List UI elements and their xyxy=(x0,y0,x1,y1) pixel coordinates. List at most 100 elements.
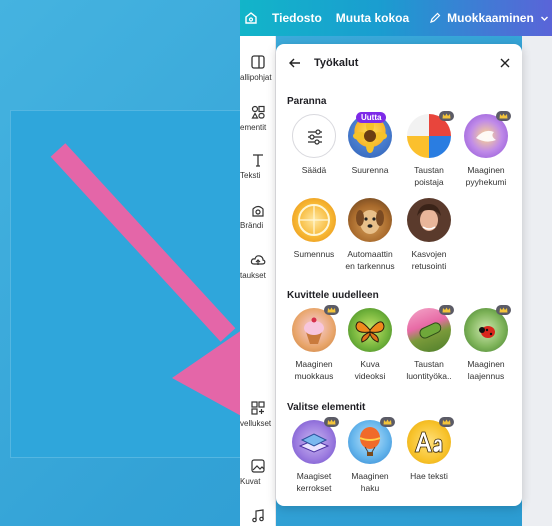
tool-label-line2: haku xyxy=(360,483,380,493)
sidebar-item-templates[interactable]: allipohjat xyxy=(240,54,276,82)
tool-auto-focus[interactable]: Automaattin en tarkennus xyxy=(340,198,400,272)
tool-label: Automaattin en tarkennus xyxy=(340,248,400,272)
tool-label: Säädä xyxy=(284,164,344,176)
tool-magic-edit[interactable]: Maaginen muokkaus xyxy=(284,305,344,382)
tool-thumbnail xyxy=(292,417,339,464)
resize-button[interactable]: Muuta kokoa xyxy=(336,11,409,25)
butterfly-icon xyxy=(355,321,385,343)
pencil-icon xyxy=(430,12,441,23)
sidebar-item-label: Teksti xyxy=(240,171,261,180)
tool-label: Sumennus xyxy=(284,248,344,260)
elements-icon xyxy=(251,105,265,119)
design-canvas[interactable] xyxy=(10,110,242,458)
sidebar-item-apps[interactable]: vellukset xyxy=(240,400,276,428)
tool-label-line1: Säädä xyxy=(301,165,327,175)
chevron-down-icon xyxy=(540,16,548,21)
tool-label: Hae teksti xyxy=(399,470,459,482)
tool-label-line1: Maaginen xyxy=(351,471,389,481)
tool-label-line1: Taustan xyxy=(414,359,444,369)
tool-thumbnail: Uutta xyxy=(348,112,392,158)
sidebar-item-brand[interactable]: Brändi xyxy=(240,202,276,230)
top-toolbar: Tiedosto Muuta kokoa Muokkaaminen xyxy=(240,0,552,36)
tool-magic-eraser[interactable]: Maaginen pyyhekumi xyxy=(456,111,516,188)
tool-thumbnail xyxy=(464,305,511,352)
tool-thumbnail xyxy=(464,111,511,158)
sidebar-item-text[interactable]: Teksti xyxy=(240,152,276,180)
tool-thumbnail xyxy=(407,198,451,242)
tools-panel: Työkalut Paranna Säädä Uutta Suurenna Ta… xyxy=(276,44,522,506)
tool-upscale[interactable]: Uutta Suurenna xyxy=(340,112,400,176)
tool-magic-layers[interactable]: Maagiset kerrokset xyxy=(284,417,344,494)
tool-label-line1: Suurenna xyxy=(351,165,389,175)
tool-thumbnail xyxy=(348,308,392,352)
tool-label-line1: Kasvojen xyxy=(411,249,447,259)
tool-label-line1: Maaginen xyxy=(467,359,505,369)
apps-icon xyxy=(251,401,265,415)
tool-magic-grab[interactable]: Maaginen haku xyxy=(340,417,400,494)
tool-face-retouch[interactable]: Kasvojen retusointi xyxy=(399,198,459,272)
section-title-select-elements: Valitse elementit xyxy=(287,402,366,413)
tool-thumbnail xyxy=(348,198,392,242)
dog-icon xyxy=(356,210,384,234)
tool-grab-text[interactable]: Hae teksti xyxy=(399,417,459,482)
editor-background-strip xyxy=(522,36,552,526)
tool-thumbnail xyxy=(292,198,336,242)
tool-label-line1: Automaattin xyxy=(347,249,393,259)
tool-label-line2: retusointi xyxy=(411,261,447,271)
close-icon[interactable] xyxy=(498,56,512,70)
tool-label-line1: Kuva xyxy=(360,359,380,369)
sidebar-item-photos[interactable]: Kuvat xyxy=(240,458,276,486)
tool-label-line2: poistaja xyxy=(414,177,444,187)
tool-label-line2: muokkaus xyxy=(294,371,334,381)
premium-crown-icon xyxy=(380,417,395,427)
edit-mode-dropdown[interactable]: Muokkaaminen xyxy=(429,11,549,25)
tool-magic-expand[interactable]: Maaginen laajennus xyxy=(456,305,516,382)
tool-label-line2: laajennus xyxy=(467,371,505,381)
tool-blur[interactable]: Sumennus xyxy=(284,198,344,260)
tool-label-line1: Taustan xyxy=(414,165,444,175)
tool-thumbnail xyxy=(292,305,339,352)
tool-label: Taustan luontityökа.. xyxy=(399,358,459,382)
sliders-icon xyxy=(308,129,322,145)
home-button[interactable] xyxy=(244,6,258,30)
tool-label-line1: Maaginen xyxy=(467,165,505,175)
sidebar-item-uploads[interactable]: taukset xyxy=(240,252,276,280)
brand-icon xyxy=(252,205,264,217)
tool-label-line1: Hae teksti xyxy=(410,471,448,481)
sidebar-item-label: taukset xyxy=(240,271,266,280)
tool-background-generator[interactable]: Taustan luontityökа.. xyxy=(399,305,459,382)
file-menu[interactable]: Tiedosto xyxy=(272,11,322,25)
tool-label: Kuva videoksi xyxy=(340,358,400,382)
tool-label: Suurenna xyxy=(340,164,400,176)
section-title-reimagine: Kuvittele uudelleen xyxy=(287,290,379,301)
tool-image-to-video[interactable]: Kuva videoksi xyxy=(340,308,400,382)
section-title-enhance: Paranna xyxy=(287,96,327,107)
tool-label: Maaginen muokkaus xyxy=(284,358,344,382)
premium-crown-icon xyxy=(439,305,454,315)
sidebar-item-elements[interactable]: ementit xyxy=(240,104,276,132)
portrait-icon xyxy=(417,204,441,231)
left-sidebar: allipohjat ementit Teksti Brändi taukset… xyxy=(240,36,276,526)
panel-header: Työkalut xyxy=(276,44,522,82)
tool-adjust[interactable]: Säädä xyxy=(284,114,344,176)
premium-crown-icon xyxy=(496,111,511,121)
tool-label: Taustan poistaja xyxy=(399,164,459,188)
tool-label-line2: kerrokset xyxy=(296,483,332,493)
tool-label-line2: en tarkennus xyxy=(345,261,395,271)
premium-crown-icon xyxy=(324,417,339,427)
template-icon xyxy=(251,55,265,69)
new-badge: Uutta xyxy=(356,112,387,123)
photos-icon xyxy=(251,459,265,473)
premium-crown-icon xyxy=(496,305,511,315)
sidebar-item-label: Kuvat xyxy=(240,477,261,486)
tool-label: Maagiset kerrokset xyxy=(284,470,344,494)
tool-thumbnail xyxy=(292,114,336,158)
tool-thumbnail xyxy=(348,417,395,464)
sidebar-item-audio[interactable] xyxy=(240,508,276,526)
tool-background-remover[interactable]: Taustan poistaja xyxy=(399,111,459,188)
text-icon xyxy=(253,154,263,167)
tool-label-line1: Maagiset xyxy=(296,471,332,481)
sidebar-item-label: ementit xyxy=(240,123,267,132)
edit-mode-label: Muokkaaminen xyxy=(447,11,534,25)
back-arrow-icon[interactable] xyxy=(288,56,302,70)
